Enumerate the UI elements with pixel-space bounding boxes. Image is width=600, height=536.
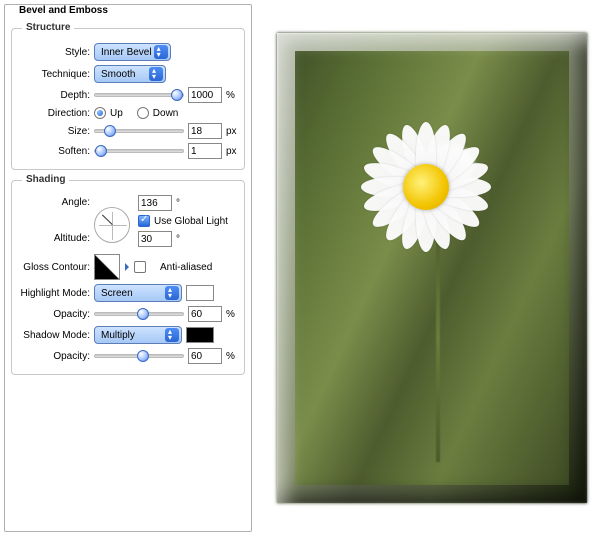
antialiased-checkbox[interactable]: [134, 261, 146, 273]
direction-label: Direction:: [18, 108, 90, 119]
soften-slider-thumb[interactable]: [95, 145, 107, 157]
select-arrows-icon: ▴▾: [168, 287, 176, 299]
highlight-mode-select[interactable]: Screen ▴▾: [94, 284, 182, 302]
structure-group: Structure Style: Inner Bevel ▴▾ Techniqu…: [11, 28, 245, 170]
direction-up-radio[interactable]: [94, 107, 106, 119]
highlight-opacity-thumb[interactable]: [137, 308, 149, 320]
shadow-opacity-thumb[interactable]: [137, 350, 149, 362]
panel-title: Bevel and Emboss: [15, 5, 112, 16]
depth-input[interactable]: [188, 87, 222, 103]
soften-slider[interactable]: [94, 149, 184, 153]
style-select[interactable]: Inner Bevel ▴▾: [94, 43, 171, 61]
select-arrows-icon: ▴▾: [157, 46, 165, 58]
global-light-checkbox[interactable]: [138, 215, 150, 227]
highlight-opacity-label: Opacity:: [18, 309, 90, 320]
soften-unit: px: [226, 146, 238, 157]
highlight-opacity-slider[interactable]: [94, 312, 184, 316]
altitude-unit: °: [176, 234, 180, 245]
depth-slider-thumb[interactable]: [171, 89, 183, 101]
soften-label: Soften:: [18, 146, 90, 157]
direction-down-radio[interactable]: [137, 107, 149, 119]
gloss-contour-picker[interactable]: [94, 254, 120, 280]
highlight-mode-label: Highlight Mode:: [18, 288, 90, 299]
technique-label: Technique:: [18, 69, 90, 80]
shadow-mode-select[interactable]: Multiply ▴▾: [94, 326, 182, 344]
altitude-input[interactable]: [138, 231, 172, 247]
shadow-mode-value: Multiply: [101, 330, 135, 341]
direction-up-label: Up: [110, 108, 123, 119]
technique-select[interactable]: Smooth ▴▾: [94, 65, 166, 83]
structure-group-label: Structure: [22, 22, 74, 33]
angle-widget[interactable]: [94, 207, 130, 243]
size-slider-thumb[interactable]: [104, 125, 116, 137]
technique-select-value: Smooth: [101, 69, 135, 80]
gloss-contour-label: Gloss Contour:: [18, 262, 90, 273]
altitude-label: Altitude:: [18, 233, 90, 244]
angle-unit: °: [176, 198, 180, 209]
shading-group-label: Shading: [22, 174, 69, 185]
shadow-mode-label: Shadow Mode:: [18, 330, 90, 341]
shadow-opacity-slider[interactable]: [94, 354, 184, 358]
depth-label: Depth:: [18, 90, 90, 101]
shadow-opacity-label: Opacity:: [18, 351, 90, 362]
size-slider[interactable]: [94, 129, 184, 133]
angle-input[interactable]: [138, 195, 172, 211]
angle-label: Angle:: [18, 197, 90, 208]
antialiased-label: Anti-aliased: [160, 262, 212, 273]
shading-group: Shading Angle: ° Use Global Light °: [11, 180, 245, 375]
shadow-opacity-input[interactable]: [188, 348, 222, 364]
highlight-opacity-unit: %: [226, 309, 238, 320]
highlight-opacity-input[interactable]: [188, 306, 222, 322]
size-label: Size:: [18, 126, 90, 137]
global-light-label: Use Global Light: [154, 216, 228, 227]
preview-area: [268, 4, 596, 532]
size-unit: px: [226, 126, 238, 137]
shadow-opacity-unit: %: [226, 351, 238, 362]
style-label: Style:: [18, 47, 90, 58]
highlight-color-swatch[interactable]: [186, 285, 214, 301]
direction-down-label: Down: [153, 108, 179, 119]
style-select-value: Inner Bevel: [101, 47, 152, 58]
depth-unit: %: [226, 90, 238, 101]
select-arrows-icon: ▴▾: [152, 68, 160, 80]
bevel-emboss-panel: Bevel and Emboss Structure Style: Inner …: [4, 4, 252, 532]
depth-slider[interactable]: [94, 93, 184, 97]
highlight-mode-value: Screen: [101, 288, 133, 299]
soften-input[interactable]: [188, 143, 222, 159]
select-arrows-icon: ▴▾: [168, 329, 176, 341]
preview-image: [277, 33, 587, 503]
shadow-color-swatch[interactable]: [186, 327, 214, 343]
size-input[interactable]: [188, 123, 222, 139]
